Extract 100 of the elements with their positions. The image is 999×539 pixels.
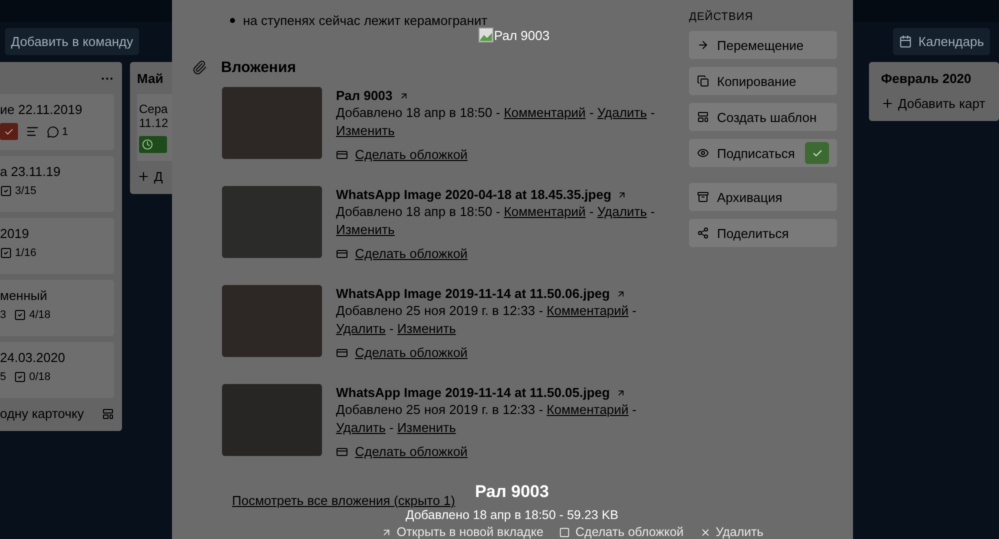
viewer-action[interactable]: Удалить xyxy=(700,525,764,539)
action-button[interactable]: Копирование xyxy=(689,67,837,95)
attachment-link[interactable]: Удалить xyxy=(336,420,386,434)
badge-count: 3 xyxy=(0,309,6,321)
arrow-icon xyxy=(398,90,409,100)
badge-count: 1 xyxy=(62,126,68,138)
attachment-name[interactable]: WhatsApp Image 2019-11-14 at 11.50.05.jpeg xyxy=(336,384,666,401)
square-icon xyxy=(559,526,570,538)
eye-icon xyxy=(697,147,709,159)
attachment-thumbnail[interactable] xyxy=(222,87,322,159)
card-title: а 23.11.19 xyxy=(0,164,62,179)
broken-image: Рал 9003 xyxy=(478,27,550,43)
description-text: на ступенях сейчас лежит керамогранит xyxy=(243,12,488,28)
checklist-icon xyxy=(0,185,12,197)
checklist-icon xyxy=(14,371,26,383)
attachment-meta: Добавлено 25 ноя 2019 г. в 12:33 - Комментарий - Удалить - Изменить xyxy=(336,302,638,337)
image-meta: Добавлено 18 апр в 18:50 - 59.23 KB xyxy=(406,508,618,522)
card-title: ие 22.11.2019 xyxy=(0,102,84,117)
attachment-thumbnail[interactable] xyxy=(222,285,322,357)
description-icon xyxy=(26,125,39,138)
copy-icon xyxy=(697,75,709,87)
share-icon xyxy=(697,227,709,239)
card-title: 2019 xyxy=(0,226,30,241)
add-to-team-button[interactable]: Добавить в команду xyxy=(5,28,140,55)
action-button[interactable]: Поделиться xyxy=(689,219,837,247)
add-card-button[interactable]: Добавить карт xyxy=(881,94,991,113)
attachment-link[interactable]: Удалить xyxy=(597,105,647,120)
attachment-link[interactable]: Комментарий xyxy=(504,204,586,219)
broken-image-icon xyxy=(478,27,494,43)
attachment-name[interactable]: WhatsApp Image 2020-04-18 at 18.45.35.jpeg xyxy=(336,186,666,203)
attachment-meta: Добавлено 25 ноя 2019 г. в 12:33 - Комментарий - Удалить - Изменить xyxy=(336,401,638,436)
attachment-link[interactable]: Комментарий xyxy=(546,402,629,417)
sidebar-title: ДЕЙСТВИЯ xyxy=(689,11,754,23)
card-title: 24.03.2020 xyxy=(0,350,66,365)
attachment-name[interactable]: WhatsApp Image 2019-11-14 at 11.50.06.jpeg xyxy=(336,285,666,302)
attachment-link[interactable]: Изменить xyxy=(397,420,456,434)
action-button[interactable]: Перемещение xyxy=(689,31,837,59)
add-card-button[interactable]: одну карточку xyxy=(0,404,84,423)
card-title: менный xyxy=(0,288,48,303)
arrow-icon xyxy=(616,288,626,298)
card[interactable]: а 23.11.19 3/15 xyxy=(0,156,114,212)
template-icon[interactable] xyxy=(102,408,114,420)
template-icon xyxy=(697,111,709,123)
attachment-meta: Добавлено 18 апр в 18:50 - Комментарий - Удалить - Изменить xyxy=(336,203,656,238)
action-button[interactable]: Подписаться xyxy=(689,139,837,167)
card[interactable]: ие 22.11.2019 1 xyxy=(0,94,114,150)
checklist-icon xyxy=(14,309,26,321)
plus-icon xyxy=(881,97,894,110)
card[interactable]: 2019 1/16 xyxy=(0,218,114,274)
card-icon xyxy=(336,446,348,458)
attachment-link[interactable]: Удалить xyxy=(336,320,386,336)
list-title: Май xyxy=(137,70,164,86)
comment-icon xyxy=(47,126,59,138)
checklist-icon xyxy=(0,247,12,259)
make-cover-link[interactable]: Сделать обложкой xyxy=(355,246,468,261)
badge-count: 4/18 xyxy=(29,309,51,321)
clock-icon xyxy=(142,139,153,150)
attachment-link[interactable]: Удалить xyxy=(597,204,647,219)
archive-icon xyxy=(697,191,709,203)
calendar-icon xyxy=(899,35,912,48)
card-icon xyxy=(336,346,348,358)
card-icon xyxy=(336,148,348,160)
action-button[interactable]: Архивация xyxy=(689,183,837,211)
badge-count: 3/15 xyxy=(15,185,36,197)
check-icon xyxy=(4,126,14,136)
make-cover-link[interactable]: Сделать обложкой xyxy=(355,345,468,360)
make-cover-link[interactable]: Сделать обложкой xyxy=(355,444,468,459)
attachment-name[interactable]: Рал 9003 xyxy=(336,87,666,104)
badge-count: 0/18 xyxy=(29,371,51,383)
arrow-icon xyxy=(697,39,709,51)
list-menu[interactable]: ··· xyxy=(101,70,114,86)
calendar-button[interactable]: Календарь xyxy=(893,28,990,55)
checkbox[interactable] xyxy=(805,142,829,164)
add-card-button[interactable]: Д xyxy=(137,167,202,186)
attachment-thumbnail[interactable] xyxy=(222,186,322,258)
viewer-action[interactable]: Открыть в новой вкладке xyxy=(380,525,544,539)
arrow-icon xyxy=(617,190,628,200)
arrow-icon xyxy=(616,388,626,398)
bullet-icon xyxy=(230,18,235,22)
badge-count: 5 xyxy=(0,371,6,383)
attachment-link[interactable]: Изменить xyxy=(397,320,456,336)
paperclip-icon xyxy=(192,60,207,74)
attachment-link[interactable]: Изменить xyxy=(336,222,395,236)
attachment-link[interactable]: Комментарий xyxy=(546,303,629,318)
action-button[interactable]: Создать шаблон xyxy=(689,103,837,131)
arrow-icon xyxy=(380,526,392,538)
card-title: Сера 11.12 xyxy=(139,102,169,130)
show-all-link[interactable]: Посмотреть все вложения (скрыто 1) xyxy=(232,493,456,508)
attachment-link[interactable]: Комментарий xyxy=(504,105,586,120)
close-icon xyxy=(700,526,711,538)
card[interactable]: менный 3 4/18 xyxy=(0,280,114,336)
attachment-meta: Добавлено 18 апр в 18:50 - Комментарий - Удалить - Изменить xyxy=(336,104,656,139)
badge-count: 1/16 xyxy=(15,247,36,259)
attachment-thumbnail[interactable] xyxy=(222,384,322,456)
card[interactable]: 24.03.2020 5 0/18 xyxy=(0,342,114,398)
section-title: Вложения xyxy=(221,58,296,76)
plus-icon xyxy=(137,170,150,183)
attachment-link[interactable]: Изменить xyxy=(336,122,395,138)
viewer-action[interactable]: Сделать обложкой xyxy=(559,525,684,539)
make-cover-link[interactable]: Сделать обложкой xyxy=(355,147,468,162)
